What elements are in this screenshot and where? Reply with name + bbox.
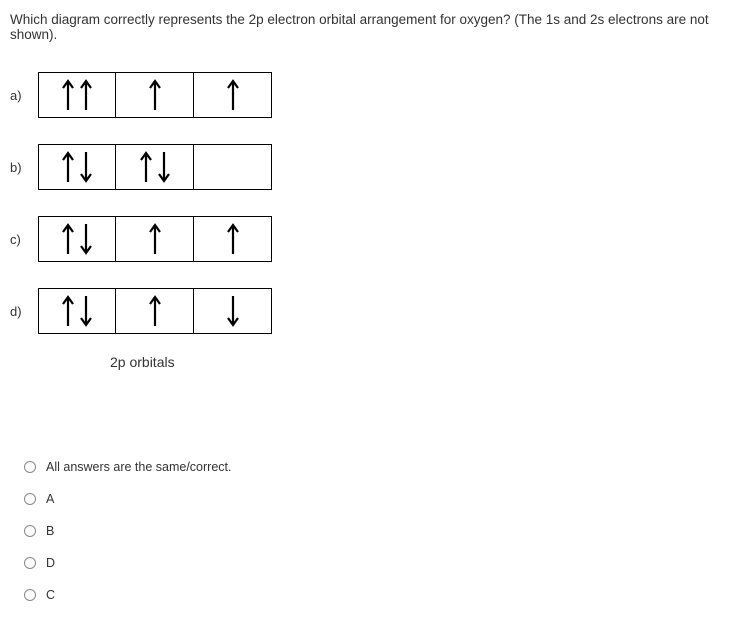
option-label: C [46, 588, 55, 602]
orbital-box [194, 144, 272, 190]
option-all[interactable]: All answers are the same/correct. [24, 460, 743, 474]
arrow-down-icon [157, 150, 171, 184]
diagram-label-b: b) [10, 160, 38, 175]
orbital-boxes [38, 144, 272, 190]
answer-list: All answers are the same/correct. A B D … [24, 460, 743, 602]
orbital-box [38, 216, 116, 262]
orbital-boxes [38, 72, 272, 118]
orbitals-caption: 2p orbitals [110, 354, 743, 370]
radio-icon [24, 493, 36, 505]
option-a[interactable]: A [24, 492, 743, 506]
option-d[interactable]: D [24, 556, 743, 570]
arrow-up-icon [61, 78, 75, 112]
orbital-box [194, 72, 272, 118]
arrow-up-icon [79, 78, 93, 112]
option-label: D [46, 556, 55, 570]
arrow-up-icon [61, 294, 75, 328]
orbital-box [38, 144, 116, 190]
orbital-box [116, 216, 194, 262]
arrow-up-icon [148, 78, 162, 112]
diagram-b: b) [10, 144, 743, 190]
diagram-c: c) [10, 216, 743, 262]
arrow-down-icon [79, 222, 93, 256]
diagram-label-a: a) [10, 88, 38, 103]
arrow-up-icon [226, 78, 240, 112]
radio-icon [24, 461, 36, 473]
orbital-box [116, 72, 194, 118]
orbital-box [38, 72, 116, 118]
orbital-box [38, 288, 116, 334]
option-label: A [46, 492, 54, 506]
option-label: B [46, 524, 54, 538]
question-text: Which diagram correctly represents the 2… [10, 12, 743, 42]
orbital-box [194, 216, 272, 262]
diagram-a: a) [10, 72, 743, 118]
arrow-up-icon [61, 222, 75, 256]
arrow-up-icon [139, 150, 153, 184]
orbital-boxes [38, 216, 272, 262]
arrow-down-icon [226, 294, 240, 328]
arrow-up-icon [61, 150, 75, 184]
radio-icon [24, 557, 36, 569]
option-b[interactable]: B [24, 524, 743, 538]
diagram-label-d: d) [10, 304, 38, 319]
orbital-box [194, 288, 272, 334]
arrow-down-icon [79, 294, 93, 328]
option-c[interactable]: C [24, 588, 743, 602]
orbital-box [116, 288, 194, 334]
arrow-up-icon [148, 294, 162, 328]
diagram-label-c: c) [10, 232, 38, 247]
option-label: All answers are the same/correct. [46, 460, 232, 474]
diagram-d: d) [10, 288, 743, 334]
orbital-box [116, 144, 194, 190]
radio-icon [24, 589, 36, 601]
orbital-boxes [38, 288, 272, 334]
arrow-down-icon [79, 150, 93, 184]
radio-icon [24, 525, 36, 537]
arrow-up-icon [226, 222, 240, 256]
arrow-up-icon [148, 222, 162, 256]
